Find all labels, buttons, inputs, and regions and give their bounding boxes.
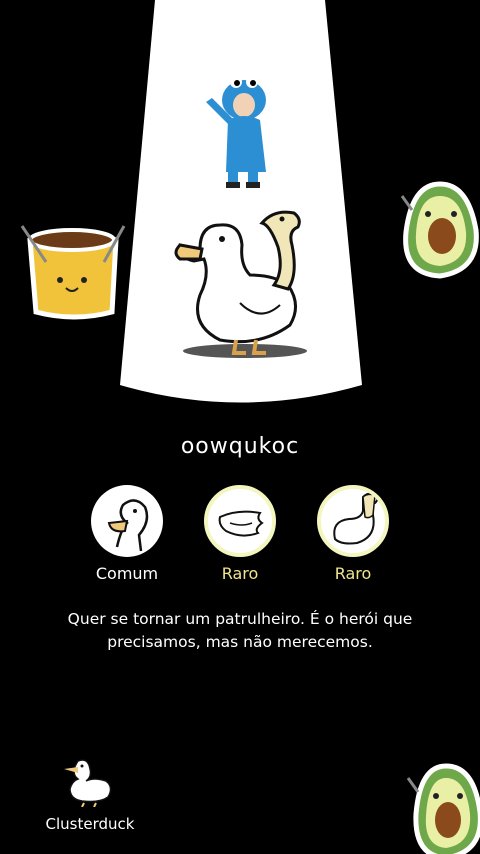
part-rarity-label: Raro: [334, 564, 372, 583]
duck-head-icon: [107, 499, 149, 552]
avocado-sticker: [400, 181, 479, 279]
duck-name: oowqukoc: [180, 434, 300, 459]
part-neck-button[interactable]: [317, 485, 389, 557]
cookie-monster-baby-sticker: [206, 76, 266, 188]
pudding-sticker: [20, 225, 126, 320]
snake-neck-icon: [333, 492, 379, 545]
brand-label: Clusterduck: [45, 815, 135, 833]
part-rarity-label: Comum: [95, 564, 159, 583]
part-head-button[interactable]: [91, 485, 163, 557]
wing-icon: [218, 510, 264, 537]
part-wing-button[interactable]: [204, 485, 276, 557]
duck-character: [174, 210, 307, 358]
part-rarity-label: Raro: [221, 564, 259, 583]
duck-description: Quer se tornar um patrulheiro. É o herói…: [67, 610, 413, 651]
duck-logo-icon: [64, 759, 112, 807]
avocado-sticker: [406, 763, 480, 854]
